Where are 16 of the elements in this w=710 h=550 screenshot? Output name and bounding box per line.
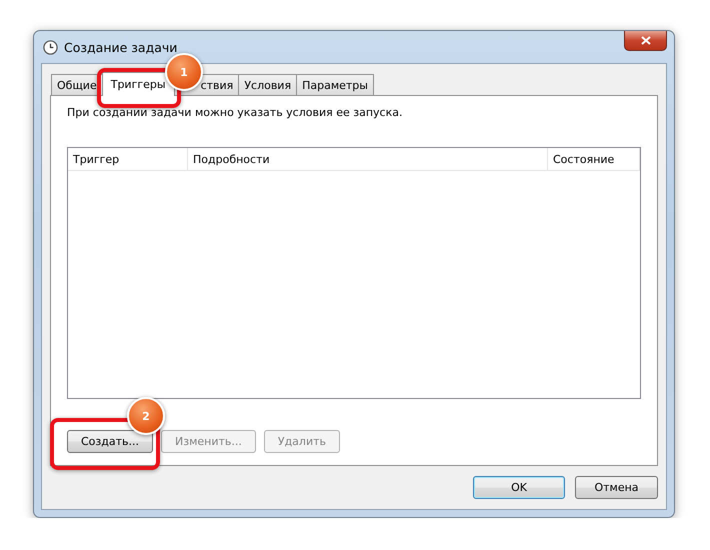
trigger-list[interactable]: Триггер Подробности Состояние <box>67 147 641 399</box>
clock-icon <box>43 40 58 54</box>
close-icon <box>640 36 650 45</box>
tab[interactable]: Параметры <box>296 74 374 95</box>
column-header[interactable]: Триггер <box>68 148 188 170</box>
tab[interactable]: Общие <box>51 74 103 95</box>
dialog-button[interactable]: OK <box>473 476 565 499</box>
window-title: Создание задачи <box>64 40 178 54</box>
description-text: При создании задачи можно указать условия ее запуска. <box>67 106 404 119</box>
column-header[interactable]: Подробности <box>188 148 548 170</box>
tab[interactable]: Условия <box>238 74 298 95</box>
column-header[interactable]: Состояние <box>548 148 640 170</box>
list-button[interactable]: Создать... <box>67 430 153 453</box>
tab[interactable]: Триггеры <box>102 72 175 96</box>
close-button[interactable] <box>624 31 667 51</box>
dialog-button[interactable]: Отмена <box>575 476 658 499</box>
